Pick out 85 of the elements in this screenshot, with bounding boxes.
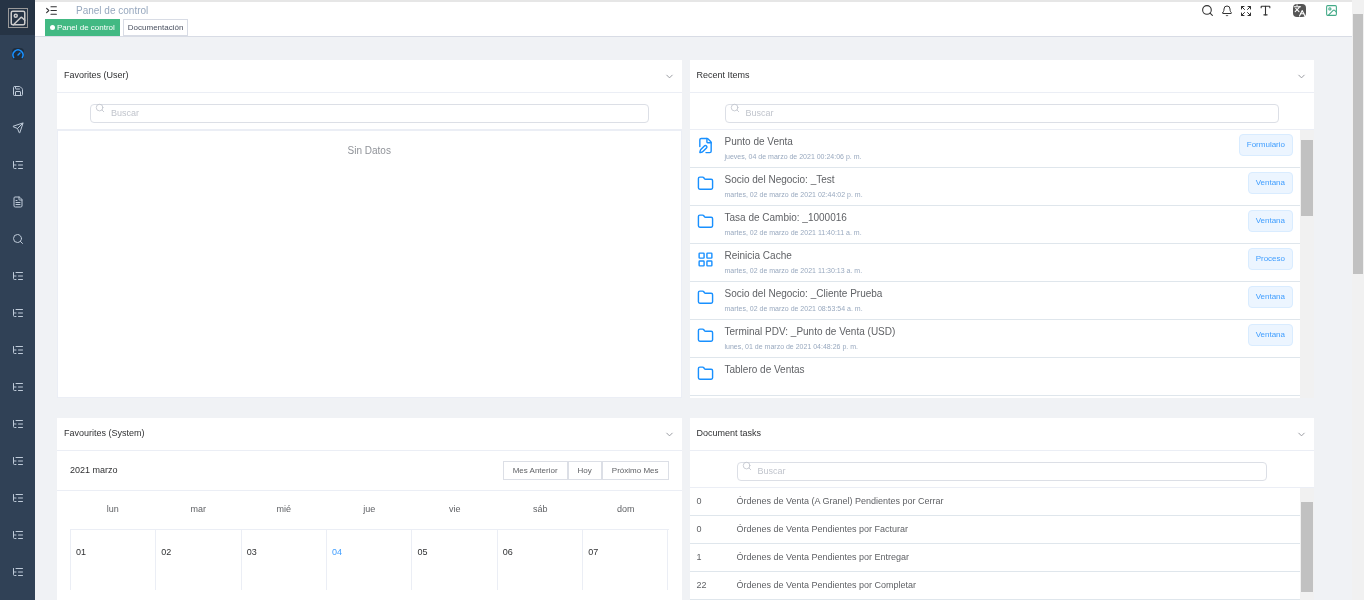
task-name[interactable]: Órdenes de Venta Pendientes por Completar <box>736 578 917 593</box>
sidebar-icon[interactable] <box>11 47 24 60</box>
search-field[interactable]: Buscar <box>90 103 649 123</box>
item-icon <box>696 327 714 344</box>
weekday: mar <box>189 503 207 517</box>
fullscreen-icon[interactable] <box>1240 4 1252 17</box>
scrollbar[interactable] <box>1300 488 1314 600</box>
weekday: vie <box>448 503 462 517</box>
sidebar-icon[interactable] <box>11 195 24 208</box>
search-icon <box>729 103 740 113</box>
item-name: Reinicia Cache <box>724 249 793 263</box>
item-name: Socio del Negocio: _Cliente Prueba <box>724 287 884 301</box>
sidebar-icon[interactable] <box>11 380 24 393</box>
item-name: Terminal PDV: _Punto de Venta (USD) <box>724 325 897 339</box>
weekday: sáb <box>532 503 549 517</box>
item-name: Tablero de Ventas <box>724 363 806 377</box>
calendar-day[interactable]: 03 <box>241 530 328 590</box>
type-tag: Ventana <box>1247 286 1293 308</box>
calendar-month: 2021 marzo <box>70 463 118 477</box>
sidebar-icon[interactable] <box>11 454 24 467</box>
calendar-nav-button[interactable]: Mes Anterior <box>502 461 568 480</box>
type-tag: Ventana <box>1247 210 1293 232</box>
item-icon <box>696 137 714 154</box>
item-icon <box>696 365 714 382</box>
type-tag: Ventana <box>1247 324 1293 346</box>
calendar-day[interactable]: 02 <box>156 530 242 590</box>
type-tag: Proceso <box>1247 248 1293 270</box>
weekday: jue <box>362 503 377 517</box>
avatar-image[interactable] <box>1325 4 1338 17</box>
weekday: mié <box>275 503 292 517</box>
task-count: 22 <box>696 578 708 592</box>
task-name[interactable]: Órdenes de Venta Pendientes por Entregar <box>736 550 910 565</box>
calendar-nav-button[interactable]: Hoy <box>567 461 602 480</box>
sidebar-icon[interactable] <box>11 565 24 578</box>
type-tag: Formulario <box>1238 134 1293 156</box>
tab[interactable]: Documentación <box>122 19 189 36</box>
search-field[interactable]: Buscar <box>736 461 1267 481</box>
calendar-nav-button[interactable]: Próximo Mes <box>601 461 669 480</box>
sidebar-icon[interactable] <box>11 417 24 430</box>
weekday: dom <box>616 503 636 517</box>
calendar-day[interactable]: 06 <box>497 530 584 590</box>
item-icon <box>696 289 714 306</box>
item-name: Punto de Venta <box>724 135 794 149</box>
logo-image <box>0 0 35 35</box>
breadcrumb: Panel de control <box>76 4 149 18</box>
font-size-icon[interactable] <box>1259 4 1272 17</box>
task-count: 0 <box>696 522 703 536</box>
item-icon <box>696 251 714 268</box>
item-name: Socio del Negocio: _Test <box>724 173 836 187</box>
sidebar-icon[interactable] <box>11 491 24 504</box>
page-scrollbar[interactable] <box>1352 0 1364 600</box>
scrollbar[interactable] <box>1300 130 1314 398</box>
sidebar-icon[interactable] <box>11 343 24 356</box>
type-tag: Ventana <box>1247 172 1293 194</box>
sidebar-icon[interactable] <box>11 528 24 541</box>
calendar-day[interactable]: 07 <box>583 530 669 590</box>
search-icon[interactable] <box>1201 4 1214 17</box>
weekday: lun <box>105 503 120 517</box>
menu-icon[interactable] <box>45 4 58 17</box>
task-name[interactable]: Órdenes de Venta Pendientes por Facturar <box>736 522 909 537</box>
item-icon <box>696 175 714 192</box>
sidebar-icon[interactable] <box>11 84 24 97</box>
task-count: 1 <box>696 550 703 564</box>
item-icon <box>696 213 714 230</box>
calendar-day[interactable]: 01 <box>71 530 157 590</box>
empty-text: Sin Datos <box>347 144 391 158</box>
panel-title: Favourites (System) <box>64 427 145 441</box>
item-name: Tasa de Cambio: _1000016 <box>724 211 848 225</box>
task-name[interactable]: Órdenes de Venta (A Granel) Pendientes por Cerrar <box>736 494 944 509</box>
sidebar-icon[interactable] <box>11 306 24 319</box>
panel-title: Document tasks <box>696 427 762 441</box>
calendar-day[interactable]: 05 <box>412 530 498 590</box>
recent-item[interactable]: Tablero de Ventas <box>689 358 1300 396</box>
search-field[interactable]: Buscar <box>724 103 1279 123</box>
search-icon <box>741 461 752 471</box>
task-count: 0 <box>696 494 703 508</box>
language-icon[interactable] <box>1293 4 1306 17</box>
sidebar-icon[interactable] <box>11 232 24 245</box>
sidebar-icon[interactable] <box>11 269 24 282</box>
panel-title: Favorites (User) <box>64 69 129 83</box>
panel-title: Recent Items <box>696 69 750 83</box>
search-icon <box>95 103 105 113</box>
sidebar-icon[interactable] <box>11 158 24 171</box>
bell-icon[interactable] <box>1221 4 1233 17</box>
sidebar-icon[interactable] <box>11 121 24 134</box>
